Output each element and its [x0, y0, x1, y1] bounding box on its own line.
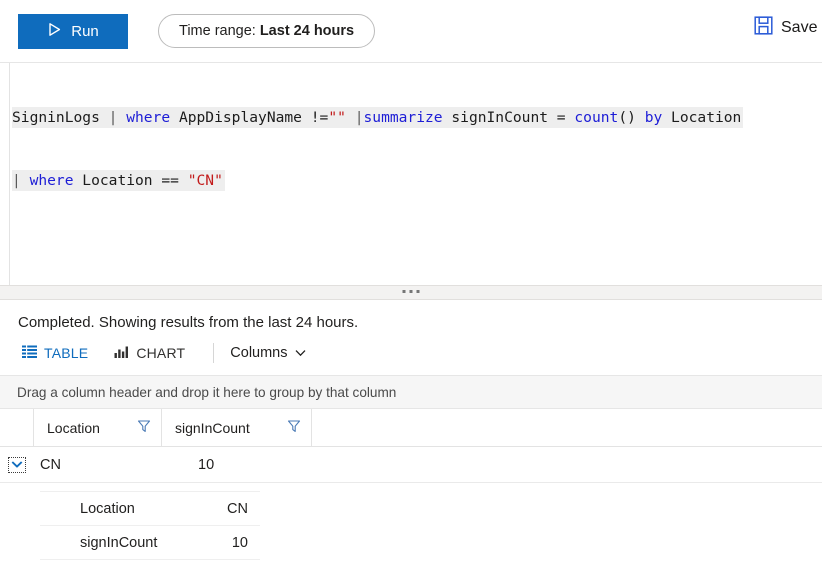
columns-dropdown-label: Columns [230, 345, 288, 361]
funnel-filter-icon[interactable] [137, 419, 151, 436]
chevron-down-icon [295, 345, 306, 361]
table-row[interactable]: CN 10 [0, 447, 822, 483]
group-by-hint-text: Drag a column header and drop it here to… [17, 384, 397, 400]
detail-value-location: CN [227, 500, 248, 517]
cell-location: CN [40, 456, 61, 473]
toolbar-divider [213, 343, 215, 363]
tab-chart[interactable]: CHART [108, 345, 191, 361]
editor-gutter [0, 63, 10, 285]
query-text[interactable]: SigninLogs | where AppDisplayName !="" |… [12, 65, 744, 233]
time-range-picker[interactable]: Time range: Last 24 hours [158, 14, 376, 48]
row-detail-panel: Location CN signInCount 10 [0, 483, 822, 560]
run-button[interactable]: Run [18, 13, 128, 49]
funnel-filter-icon[interactable] [287, 419, 301, 436]
drag-handle-dots-icon[interactable] [402, 290, 420, 293]
tab-table-label: TABLE [44, 345, 89, 361]
results-status-text: Completed. Showing results from the last… [18, 314, 359, 331]
results-grid: Location signInCount CN 10 Location CN s… [0, 409, 822, 560]
grid-header-filler [312, 409, 822, 446]
time-range-value: Last 24 hours [259, 23, 355, 39]
save-button[interactable]: Save [748, 16, 822, 40]
floppy-disk-save-icon [754, 16, 773, 40]
table-grid-icon [22, 345, 37, 361]
cell-signincount: 10 [198, 456, 215, 473]
column-header-signincount[interactable]: signInCount [162, 409, 312, 446]
query-line-2: | where Location == "CN" [12, 170, 225, 191]
results-view-toolbar: TABLE CHART Columns [0, 331, 822, 375]
row-expand-toggle[interactable] [8, 456, 26, 474]
grid-header-expander-spacer [0, 409, 34, 446]
chevron-down-icon [11, 456, 23, 474]
query-editor[interactable]: SigninLogs | where AppDisplayName !="" |… [0, 62, 822, 285]
row-detail-card: Location CN signInCount 10 [40, 491, 260, 560]
column-header-location-label: Location [47, 419, 100, 436]
grid-header-row: Location signInCount [0, 409, 822, 447]
column-header-location[interactable]: Location [34, 409, 162, 446]
detail-row-location: Location CN [40, 492, 260, 526]
row-expander-cell [0, 456, 34, 474]
detail-key-location: Location [80, 500, 135, 517]
query-line-1: SigninLogs | where AppDisplayName !="" |… [12, 107, 744, 128]
tab-table[interactable]: TABLE [16, 345, 94, 361]
pane-splitter[interactable] [0, 285, 822, 300]
detail-row-signincount: signInCount 10 [40, 526, 260, 560]
column-header-signincount-label: signInCount [175, 419, 250, 436]
bar-chart-icon [114, 345, 129, 361]
save-button-label: Save [781, 19, 818, 36]
detail-value-signincount: 10 [231, 534, 248, 551]
time-range-label: Time range: [179, 23, 256, 39]
group-by-dropzone[interactable]: Drag a column header and drop it here to… [0, 375, 822, 409]
play-triangle-icon [47, 22, 62, 41]
run-button-label: Run [71, 22, 99, 40]
tab-chart-label: CHART [136, 345, 186, 361]
command-bar: Run Time range: Last 24 hours Save [0, 0, 822, 62]
detail-key-signincount: signInCount [80, 534, 158, 551]
results-pane: Completed. Showing results from the last… [0, 300, 822, 560]
columns-dropdown[interactable]: Columns [230, 345, 305, 361]
